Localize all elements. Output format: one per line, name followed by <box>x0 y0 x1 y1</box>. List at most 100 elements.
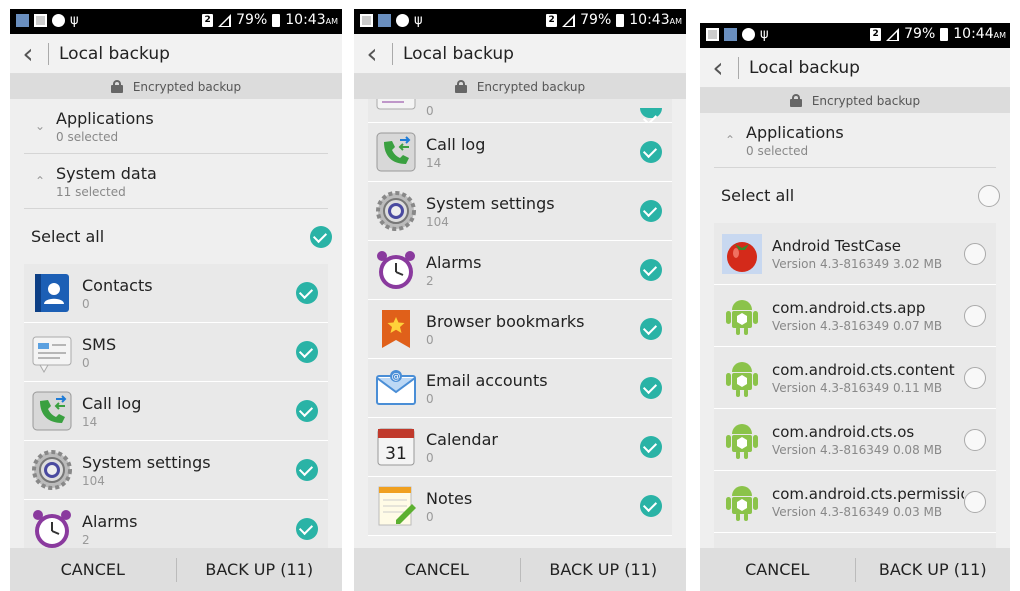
app-radio[interactable] <box>964 490 986 513</box>
section-applications[interactable]: ⌄ Applications 0 selected <box>24 99 328 154</box>
item-name: Contacts <box>82 275 153 295</box>
item-checkbox[interactable] <box>296 518 318 540</box>
cancel-button[interactable]: CANCEL <box>700 560 855 579</box>
list-item[interactable]: Browser bookmarks 0 <box>368 300 672 359</box>
app-name: com.android.cts.permission <box>772 484 964 503</box>
call-log-icon <box>32 391 72 431</box>
back-icon[interactable]: ‹ <box>358 36 386 72</box>
list-item[interactable]: System settings 104 <box>24 441 328 500</box>
list-item[interactable]: Call log 14 <box>368 123 672 182</box>
item-count: 104 <box>82 473 105 488</box>
section-applications[interactable]: ⌃ Applications 0 selected <box>714 113 996 168</box>
sms-icon <box>32 336 72 374</box>
app-info: Version 4.3-816349 0.03 MB <box>772 504 943 519</box>
item-checkbox[interactable] <box>640 259 662 281</box>
page-title: Local backup <box>59 43 170 64</box>
list-item-partial[interactable]: 0 <box>368 99 672 123</box>
email-icon: @ <box>376 370 416 405</box>
item-name: System settings <box>426 193 555 213</box>
cancel-button[interactable]: CANCEL <box>10 560 176 579</box>
item-checkbox[interactable] <box>296 282 318 304</box>
list-item[interactable]: Notes 0 <box>368 477 672 536</box>
system-data-list: Contacts 0 SMS 0 Call log 14 System setting… <box>10 264 342 559</box>
list-item[interactable]: System settings 104 <box>368 182 672 241</box>
battery-icon <box>616 13 625 27</box>
list-item[interactable]: Alarms 2 <box>368 241 672 300</box>
item-count: 0 <box>426 332 434 347</box>
section-system-data[interactable]: ⌃ System data 11 selected <box>24 154 328 209</box>
image-notification-icon <box>360 14 373 27</box>
item-name: Calendar <box>426 429 498 449</box>
encrypted-label: Encrypted backup <box>132 79 242 94</box>
android-icon <box>726 423 758 459</box>
item-checkbox[interactable] <box>296 400 318 422</box>
item-count: 0 <box>426 391 434 406</box>
item-checkbox[interactable] <box>640 436 662 458</box>
list-item[interactable]: Call log 14 <box>24 382 328 441</box>
list-item[interactable]: com.android.cts.app Version 4.3-816349 0.… <box>714 285 996 347</box>
back-icon[interactable]: ‹ <box>704 50 732 86</box>
chevron-up-icon: ⌃ <box>724 133 736 147</box>
list-item[interactable]: SMS 0 <box>24 323 328 382</box>
item-checkbox[interactable] <box>640 377 662 399</box>
list-item[interactable]: com.android.cts.content Version 4.3-81634… <box>714 347 996 409</box>
lock-icon <box>110 80 123 93</box>
signal-icon <box>562 13 576 27</box>
sim-icon: 2 <box>546 13 558 27</box>
clock: 10:43AM <box>285 12 338 28</box>
system-data-list: 0 Call log 14 System settings 104 Alarms 2 … <box>354 99 686 536</box>
app-radio[interactable] <box>964 428 986 451</box>
screen-3: ψ 2 79% 10:44AM ‹ Local backup Encrypted… <box>700 23 1010 591</box>
back-up-button[interactable]: BACK UP (11) <box>521 560 687 579</box>
applications-list: Android TestCase Version 4.3-816349 3.02 … <box>700 223 1010 591</box>
app-radio[interactable] <box>964 304 986 327</box>
section-subtitle: 0 selected <box>56 129 119 144</box>
back-up-button[interactable]: BACK UP (11) <box>177 560 343 579</box>
cancel-button[interactable]: CANCEL <box>354 560 520 579</box>
item-checkbox[interactable] <box>640 108 662 118</box>
select-all-row[interactable]: Select all <box>10 209 342 264</box>
back-up-button[interactable]: BACK UP (11) <box>856 560 1011 579</box>
status-bar: ψ 2 79% 10:43AM <box>10 9 342 34</box>
select-all-checkbox[interactable] <box>310 225 332 248</box>
item-checkbox[interactable] <box>640 318 662 340</box>
clock: 10:44AM <box>953 26 1006 42</box>
usb-icon: ψ <box>414 13 423 28</box>
list-item[interactable]: Android TestCase Version 4.3-816349 3.02 … <box>714 223 996 285</box>
list-item[interactable]: com.android.cts.os Version 4.3-816349 0.0… <box>714 409 996 471</box>
select-all-radio[interactable] <box>978 184 1000 207</box>
item-checkbox[interactable] <box>296 341 318 363</box>
item-count: 2 <box>426 273 434 288</box>
app-radio[interactable] <box>964 242 986 265</box>
app-header: ‹ Local backup <box>10 34 342 74</box>
item-count: 0 <box>426 104 434 118</box>
list-item[interactable]: Contacts 0 <box>24 264 328 323</box>
select-all-row[interactable]: Select all <box>700 168 1010 223</box>
app-header: ‹ Local backup <box>700 48 1010 88</box>
usb-icon: ψ <box>70 13 79 28</box>
item-checkbox[interactable] <box>640 141 662 163</box>
cat-notification-icon <box>396 14 409 27</box>
app-radio[interactable] <box>964 366 986 389</box>
lock-icon <box>454 80 467 93</box>
item-name: Notes <box>426 488 473 508</box>
item-checkbox[interactable] <box>640 200 662 222</box>
notification-icons: ψ <box>706 28 770 41</box>
notification-icons: ψ <box>360 14 424 27</box>
list-item[interactable]: com.android.cts.permission Version 4.3-81… <box>714 471 996 533</box>
usb-icon: ψ <box>760 27 769 42</box>
item-count: 2 <box>82 532 90 547</box>
item-count: 0 <box>426 450 434 465</box>
battery-icon <box>272 13 281 27</box>
bottom-bar: CANCEL BACK UP (11) <box>10 548 342 591</box>
back-icon[interactable]: ‹ <box>14 36 42 72</box>
lock-icon <box>789 94 802 107</box>
header-divider <box>48 42 49 65</box>
item-count: 14 <box>82 414 98 429</box>
encrypted-label: Encrypted backup <box>811 93 921 108</box>
item-checkbox[interactable] <box>296 459 318 481</box>
item-checkbox[interactable] <box>640 495 662 517</box>
battery-percent: 79% <box>236 12 268 28</box>
list-item[interactable]: 31 Calendar 0 <box>368 418 672 477</box>
list-item[interactable]: @ Email accounts 0 <box>368 359 672 418</box>
